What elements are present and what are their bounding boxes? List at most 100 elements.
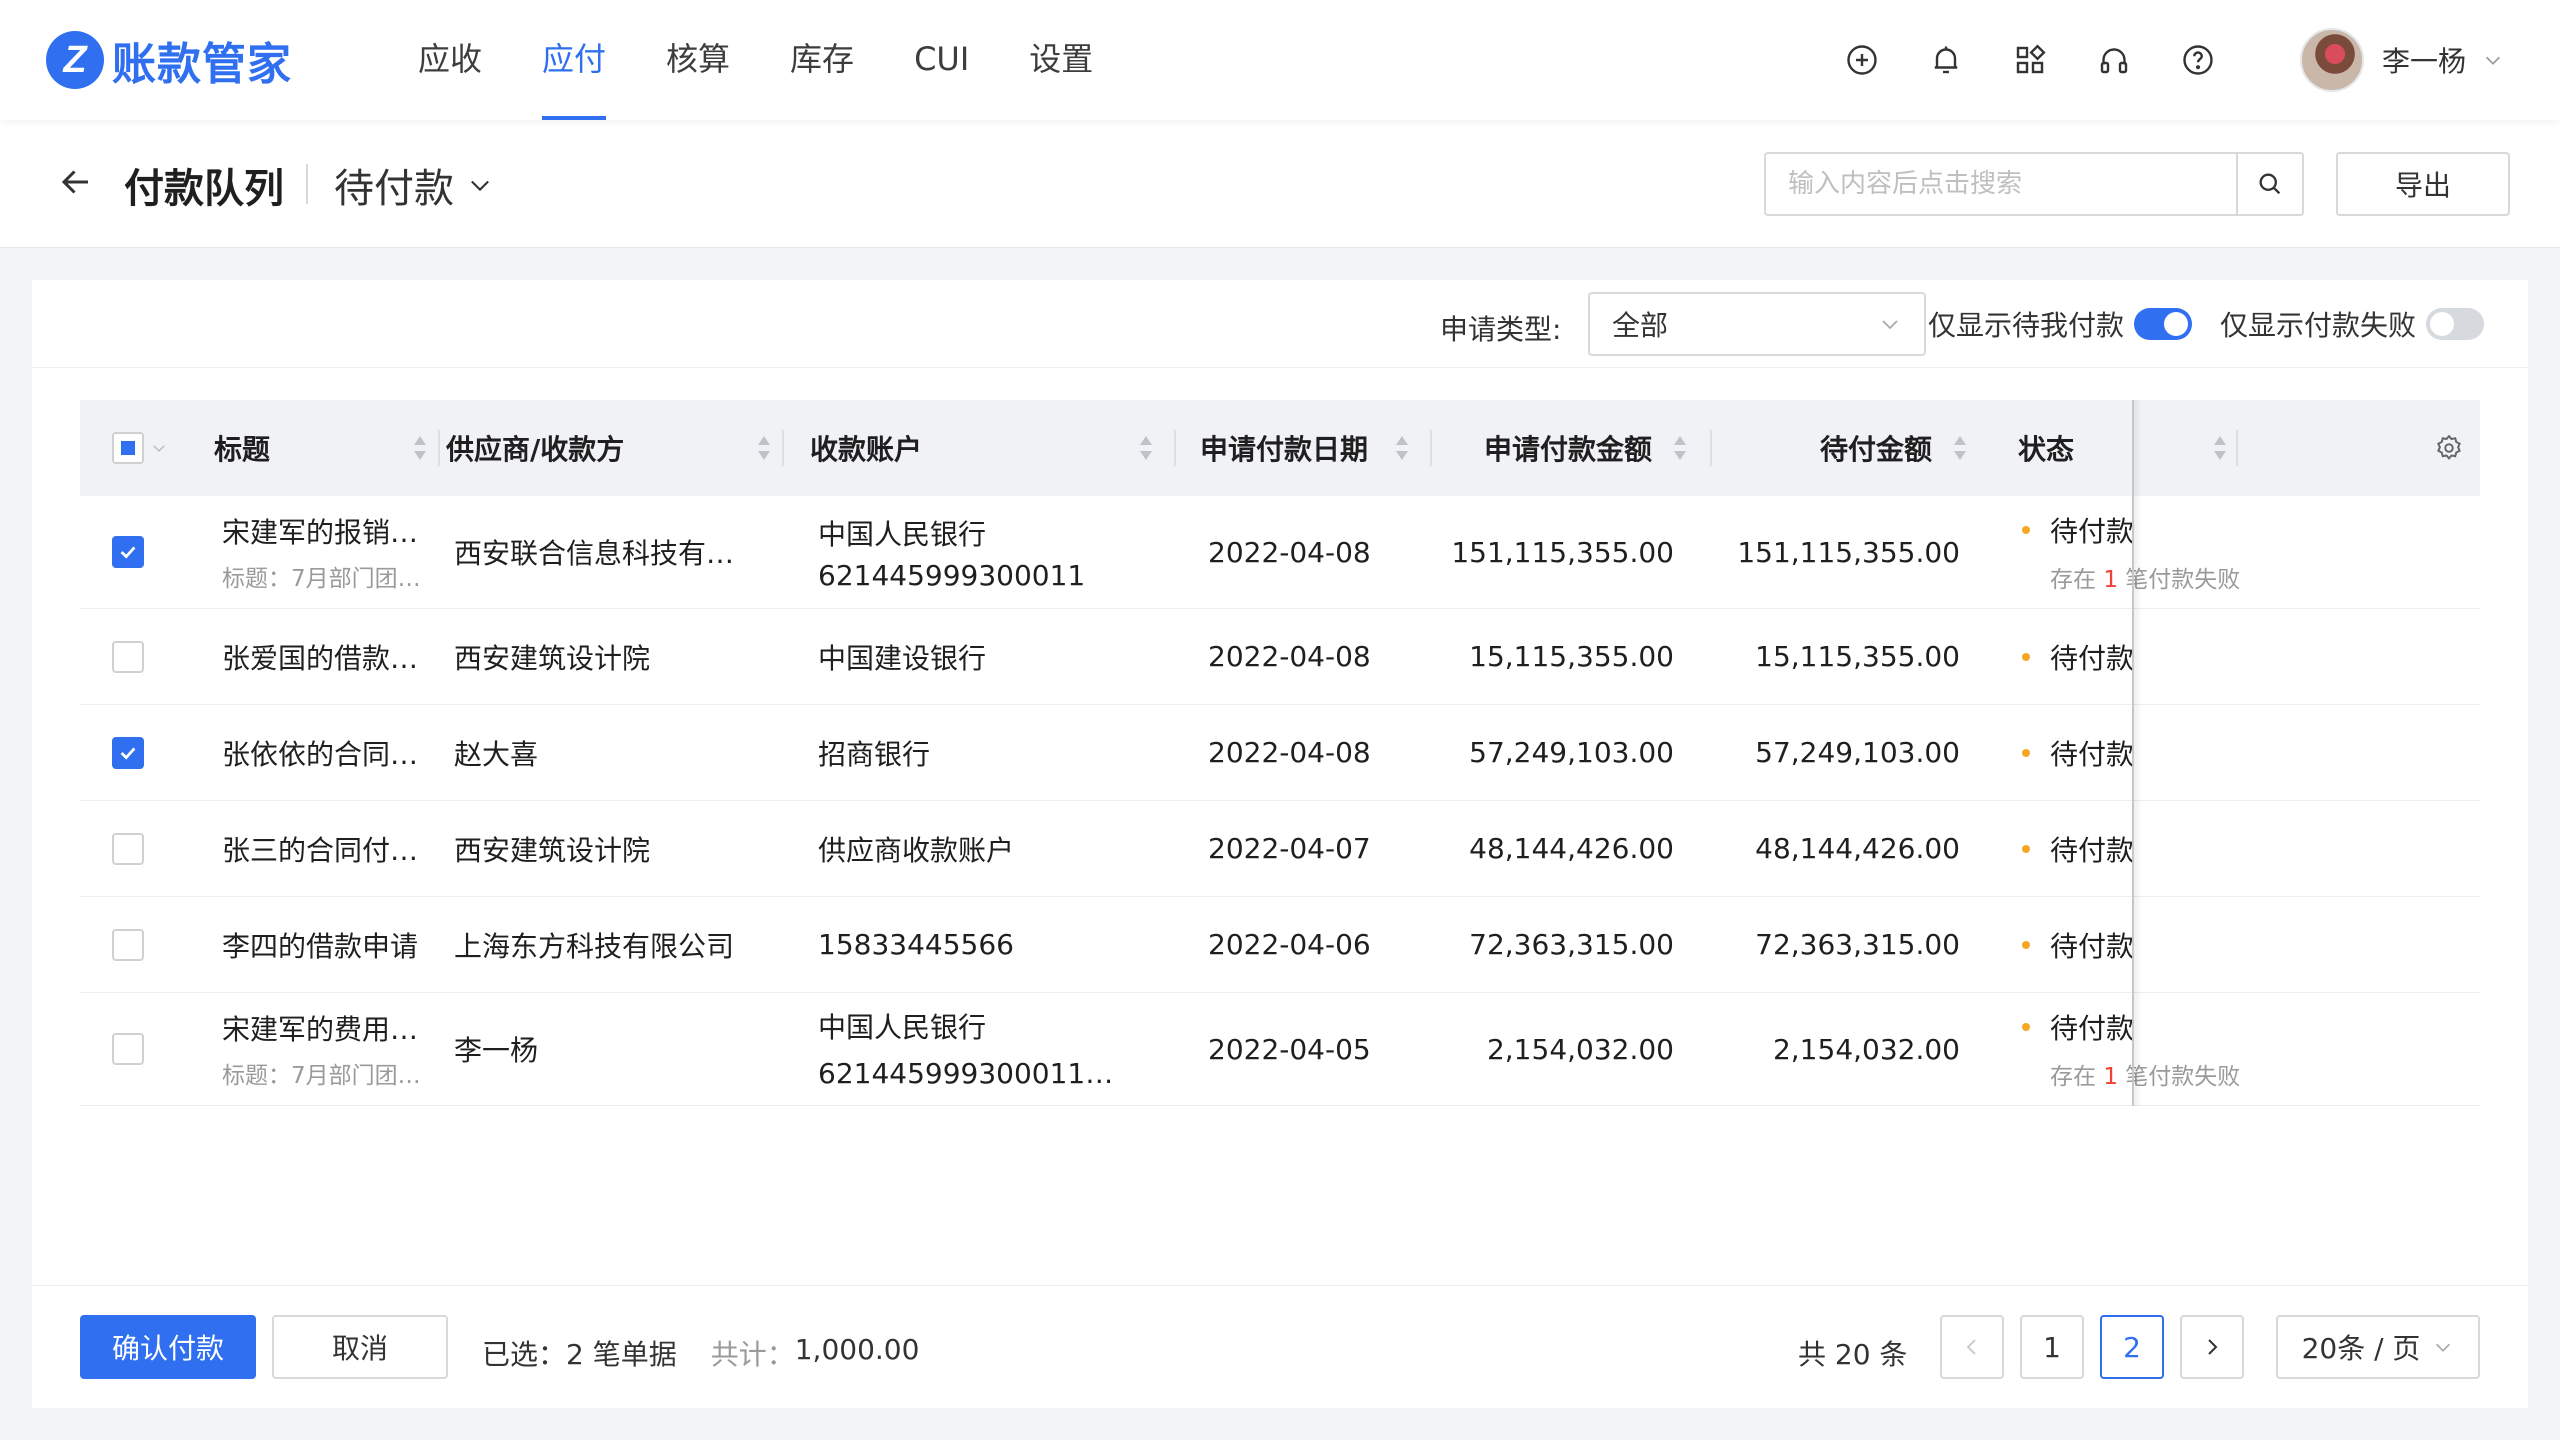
toggle-failed-switch[interactable] [2426,308,2485,340]
col-header-status-label: 状态 [2018,433,2075,466]
nav-item-0[interactable]: 应收 [388,0,512,120]
row-checkbox[interactable] [112,736,144,769]
col-header-date-label: 申请付款日期 [1200,433,1369,466]
col-header-amount[interactable]: 申请付款金额 [1432,400,1712,496]
total-label: 共计： [710,1338,795,1371]
row-checkbox[interactable] [112,928,144,961]
title-cell[interactable]: 张爱国的借款申请 [210,609,440,704]
sort-icon[interactable] [756,433,772,463]
row-vendor: 上海东方科技有限公司 [454,929,735,963]
title-cell[interactable]: 张依依的合同付款申请 [210,705,440,800]
cancel-button[interactable]: 取消 [272,1315,448,1379]
col-header-vendor[interactable]: 供应商/收款方 [440,400,784,496]
sort-icon[interactable] [412,433,428,463]
search-input[interactable] [1766,154,2236,214]
status-dot [2022,748,2030,757]
table-row[interactable]: 李四的借款申请 上海东方科技有限公司 15833445566 2022-04-0… [80,897,2480,993]
row-vendor: 西安建筑设计院 [454,833,651,867]
row-amount: 2,154,032.00 [1486,1032,1674,1066]
row-checkbox[interactable] [112,640,144,673]
sort-icon[interactable] [1672,433,1688,463]
table-row[interactable]: 张爱国的借款申请 西安建筑设计院 中国建设银行 2022-04-08 15,11… [80,609,2480,705]
next-page-button[interactable] [2180,1315,2244,1379]
title-cell[interactable]: 张三的合同付款申请 [210,801,440,896]
page-size-label: 20条 / 页 [2301,1332,2421,1365]
table-row[interactable]: 张依依的合同付款申请 赵大喜 招商银行 2022-04-08 57,249,10… [80,705,2480,801]
row-amount: 15,115,355.00 [1469,640,1674,673]
selected-count: 已选：2 笔单据 [482,1338,677,1371]
select-all-cell [80,400,210,496]
export-button[interactable]: 导出 [2336,152,2510,216]
nav-item-3[interactable]: 库存 [760,0,884,120]
title-cell[interactable]: 宋建军的报销申请 标题：7月部门团建费报销 [210,496,440,608]
nav-item-5[interactable]: 设置 [999,0,1123,120]
row-select-cell [80,609,210,704]
toggle-mine-switch[interactable] [2134,308,2193,340]
row-checkbox[interactable] [112,536,144,568]
type-filter-select[interactable]: 全部 [1588,292,1926,356]
col-header-title[interactable]: 标题 [210,400,440,496]
col-header-pending[interactable]: 待付金额 [1712,400,1992,496]
row-checkbox[interactable] [112,1033,144,1065]
row-amount: 72,363,315.00 [1469,928,1674,961]
top-navbar: Z 账款管家 应收 应付 核算 库存 CUI 设置 李一杨 [0,0,2560,120]
amount-cell: 48,144,426.00 [1432,801,1712,896]
vendor-cell: 上海东方科技有限公司 [440,897,784,992]
row-amount: 48,144,426.00 [1469,832,1674,865]
col-header-account[interactable]: 收款账户 [784,400,1176,496]
col-header-vendor-label: 供应商/收款方 [446,433,625,466]
title-cell[interactable]: 宋建军的费用申请 标题：7月部门团建费报销 [210,993,440,1105]
headset-icon[interactable] [2072,18,2156,102]
gear-icon[interactable] [2434,433,2464,463]
vendor-cell: 西安联合信息科技有限公司 [440,496,784,608]
status-cell: 待付款 [1992,609,2302,704]
table-row[interactable]: 宋建军的报销申请 标题：7月部门团建费报销 西安联合信息科技有限公司 中国人民银… [80,496,2480,609]
account-cell: 供应商收款账户 [784,801,1176,896]
back-arrow-icon[interactable] [58,164,94,200]
row-title: 宋建军的费用申请 [222,1013,440,1046]
user-menu[interactable]: 李一杨 [2299,28,2504,92]
bell-icon[interactable] [1904,18,1988,102]
chevron-down-icon[interactable] [150,439,168,457]
pending-cell: 72,363,315.00 [1712,897,1992,992]
title-cell[interactable]: 李四的借款申请 [210,897,440,992]
view-dropdown[interactable]: 待付款 [334,156,494,214]
nav-item-4[interactable]: CUI [884,0,999,120]
add-circle-icon[interactable] [1820,18,1904,102]
sort-icon[interactable] [1138,433,1154,463]
status-cell: 待付款 [1992,705,2302,800]
chevron-down-icon [471,180,489,192]
col-header-date[interactable]: 申请付款日期 [1176,400,1432,496]
select-all-checkbox[interactable] [112,432,144,464]
prev-page-button[interactable] [1940,1315,2004,1379]
title-divider [306,164,308,204]
row-pending: 72,363,315.00 [1755,928,1960,961]
confirm-payment-button[interactable]: 确认付款 [80,1315,256,1379]
search-button[interactable] [2236,154,2302,214]
row-checkbox[interactable] [112,832,144,865]
logo-badge: Z [46,31,104,89]
payment-fail-note[interactable]: 存在 1 笔付款失败 [2050,1057,2302,1091]
apps-grid-icon[interactable] [1988,18,2072,102]
payment-fail-note[interactable]: 存在 1 笔付款失败 [2050,560,2302,594]
sort-icon[interactable] [1394,433,1410,463]
chevron-down-icon [2436,1343,2451,1352]
page-button[interactable]: 2 [2100,1315,2164,1379]
nav-item-2[interactable]: 核算 [636,0,760,120]
row-date: 2022-04-06 [1208,928,1371,961]
status-dot [2022,844,2030,853]
row-vendor: 西安建筑设计院 [454,641,651,675]
nav-item-1[interactable]: 应付 [512,0,636,120]
row-account-number: 621445999300011中国人民银行 [818,1057,1116,1090]
sort-icon[interactable] [2212,433,2228,463]
table-header: 标题 供应商/收款方 收款账户 申请付款日期 申请付款金额 待付金额 状态 [80,400,2480,496]
row-title: 李四的借款申请 [222,929,419,963]
col-header-status[interactable]: 状态 [1992,400,2302,496]
sort-icon[interactable] [1952,433,1968,463]
help-circle-icon[interactable] [2156,18,2240,102]
table-row[interactable]: 宋建军的费用申请 标题：7月部门团建费报销 李一杨 中国人民银行 6214459… [80,993,2480,1106]
app-logo[interactable]: Z 账款管家 [46,28,292,92]
table-row[interactable]: 张三的合同付款申请 西安建筑设计院 供应商收款账户 2022-04-07 48,… [80,801,2480,897]
page-size-select[interactable]: 20条 / 页 [2276,1315,2480,1379]
page-button[interactable]: 1 [2020,1315,2084,1379]
